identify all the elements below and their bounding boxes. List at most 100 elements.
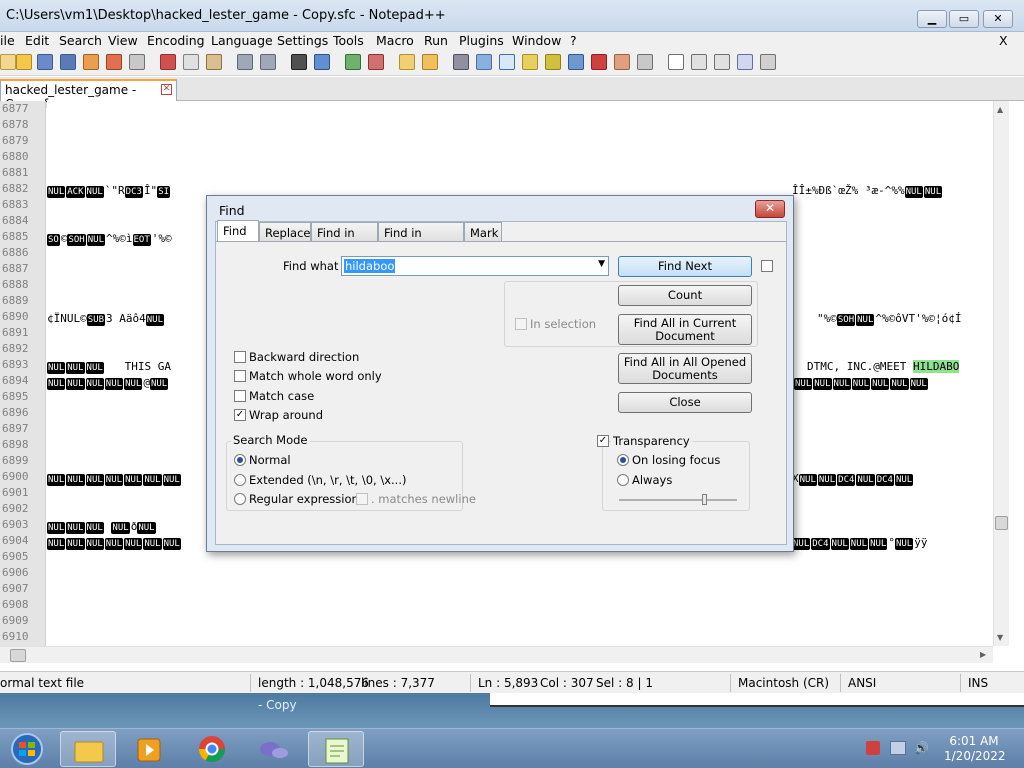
close-dialog-button[interactable]: Close	[618, 392, 752, 413]
volume-icon[interactable]: 🔊	[914, 741, 929, 755]
editor-line: ÎÎ±%Ðß`œŽ% ³æ-^%%NUL NUL	[792, 184, 943, 198]
maximize-button[interactable]: ▭	[949, 10, 979, 28]
count-button[interactable]: Count	[618, 285, 752, 306]
tab-find-in-files[interactable]: Find in Files	[311, 222, 378, 254]
editor-line: DTMC, INC.@MEET HILDABO	[807, 360, 960, 373]
menu-language[interactable]: Language	[211, 33, 273, 48]
scroll-right-icon[interactable]: ▶	[980, 650, 986, 659]
save-all-icon[interactable]	[60, 54, 76, 70]
taskbar-notepadpp[interactable]	[308, 731, 364, 767]
zoom-out-icon[interactable]	[368, 54, 384, 70]
stop-macro-icon[interactable]	[691, 54, 707, 70]
undo-icon[interactable]	[237, 54, 253, 70]
line-number: 6910	[2, 630, 29, 643]
print-icon[interactable]	[129, 54, 145, 70]
menu-tools[interactable]: Tools	[333, 33, 364, 48]
function-list-icon[interactable]	[568, 54, 584, 70]
horizontal-scrollbar[interactable]: ▶	[0, 646, 993, 663]
action-center-flag-icon[interactable]	[866, 741, 880, 755]
folder-as-workspace-icon[interactable]	[591, 54, 607, 70]
taskbar-media-player[interactable]	[122, 731, 178, 767]
replace-icon[interactable]	[314, 54, 330, 70]
tab-find[interactable]: Find	[217, 220, 259, 242]
taskbar-app-purple[interactable]	[246, 731, 302, 767]
start-button[interactable]	[2, 731, 52, 767]
match-whole-word-checkbox[interactable]	[234, 370, 246, 382]
menu-help[interactable]: ?	[570, 33, 577, 48]
tab-hacked-lester-game[interactable]: hacked_lester_game - Copy.sfc ✕	[0, 79, 177, 111]
find-what-input[interactable]: hildaboo ▼	[341, 256, 609, 276]
tab-close-icon[interactable]: ✕	[161, 84, 172, 95]
find-icon[interactable]	[291, 54, 307, 70]
always-radio[interactable]	[617, 474, 629, 486]
save-macro-icon[interactable]	[760, 54, 776, 70]
taskbar-explorer[interactable]	[60, 731, 116, 767]
menu-window[interactable]: Window	[512, 33, 561, 48]
find-all-opened-button[interactable]: Find All in All Opened Documents	[618, 353, 752, 384]
save-icon[interactable]	[37, 54, 53, 70]
scroll-down-icon[interactable]: ▼	[997, 633, 1003, 642]
backward-direction-checkbox[interactable]	[234, 351, 246, 363]
show-all-chars-icon[interactable]	[476, 54, 492, 70]
search-mode-extended-radio[interactable]	[234, 474, 246, 486]
taskbar-chrome[interactable]	[184, 731, 240, 767]
match-case-checkbox[interactable]	[234, 390, 246, 402]
find-dialog-close-button[interactable]: ✕	[755, 200, 785, 218]
menu-search[interactable]: Search	[59, 33, 102, 48]
close-button[interactable]: ✕	[983, 10, 1013, 28]
close-file-icon[interactable]	[83, 54, 99, 70]
search-mode-regex-radio[interactable]	[234, 493, 246, 505]
sync-vertical-icon[interactable]	[399, 54, 415, 70]
matches-newline-checkbox[interactable]	[356, 493, 368, 505]
menu-plugins[interactable]: Plugins	[459, 33, 504, 48]
pin-checkbox[interactable]	[761, 260, 773, 272]
in-selection-checkbox[interactable]	[515, 318, 527, 330]
doc-map-icon[interactable]	[545, 54, 561, 70]
menu-settings[interactable]: Settings	[277, 33, 328, 48]
paste-icon[interactable]	[206, 54, 222, 70]
menu-file[interactable]: ile	[0, 33, 15, 48]
monitoring-icon[interactable]	[614, 54, 630, 70]
search-mode-normal-label: Normal	[249, 453, 291, 467]
minimize-button[interactable]: ▁	[917, 10, 947, 28]
redo-icon[interactable]	[260, 54, 276, 70]
menu-encoding[interactable]: Encoding	[147, 33, 205, 48]
transparency-slider-thumb[interactable]	[702, 494, 707, 505]
cut-icon[interactable]	[160, 54, 176, 70]
search-mode-normal-radio[interactable]	[234, 454, 246, 466]
tab-replace[interactable]: Replace	[259, 222, 311, 241]
menu-macro[interactable]: Macro	[376, 33, 414, 48]
new-file-icon[interactable]	[0, 54, 16, 70]
zoom-in-icon[interactable]	[345, 54, 361, 70]
menu-run[interactable]: Run	[424, 33, 448, 48]
vertical-scrollbar[interactable]: ▲ ▼	[993, 101, 1009, 646]
transparency-slider[interactable]	[619, 494, 737, 505]
tab-mark[interactable]: Mark	[464, 222, 502, 241]
record-macro-icon[interactable]	[668, 54, 684, 70]
find-next-button[interactable]: Find Next	[618, 256, 752, 277]
open-file-icon[interactable]	[16, 54, 32, 70]
tab-find-in-projects[interactable]: Find in Projects	[378, 222, 464, 254]
vertical-scroll-thumb[interactable]	[995, 516, 1008, 530]
user-lang-icon[interactable]	[522, 54, 538, 70]
menu-view[interactable]: View	[108, 33, 138, 48]
find-all-current-button[interactable]: Find All in Current Document	[618, 314, 752, 345]
transparency-checkbox[interactable]: ✓	[597, 435, 609, 447]
chevron-down-icon[interactable]: ▼	[598, 259, 605, 269]
play-macro-icon[interactable]	[714, 54, 730, 70]
menu-edit[interactable]: Edit	[25, 33, 49, 48]
network-icon[interactable]	[890, 741, 906, 755]
indent-guide-icon[interactable]	[499, 54, 515, 70]
sync-horizontal-icon[interactable]	[422, 54, 438, 70]
close-all-icon[interactable]	[106, 54, 122, 70]
scroll-up-icon[interactable]: ▲	[997, 105, 1003, 114]
wrap-around-checkbox[interactable]: ✓	[234, 409, 246, 421]
system-clock[interactable]: 6:01 AM 1/20/2022	[944, 734, 1006, 764]
word-wrap-icon[interactable]	[453, 54, 469, 70]
on-losing-focus-radio[interactable]	[617, 454, 629, 466]
close-document-x[interactable]: X	[999, 33, 1008, 48]
run-macro-multiple-icon[interactable]	[737, 54, 753, 70]
copy-icon[interactable]	[183, 54, 199, 70]
horizontal-scroll-thumb[interactable]	[10, 649, 26, 662]
eye-icon[interactable]	[637, 54, 653, 70]
